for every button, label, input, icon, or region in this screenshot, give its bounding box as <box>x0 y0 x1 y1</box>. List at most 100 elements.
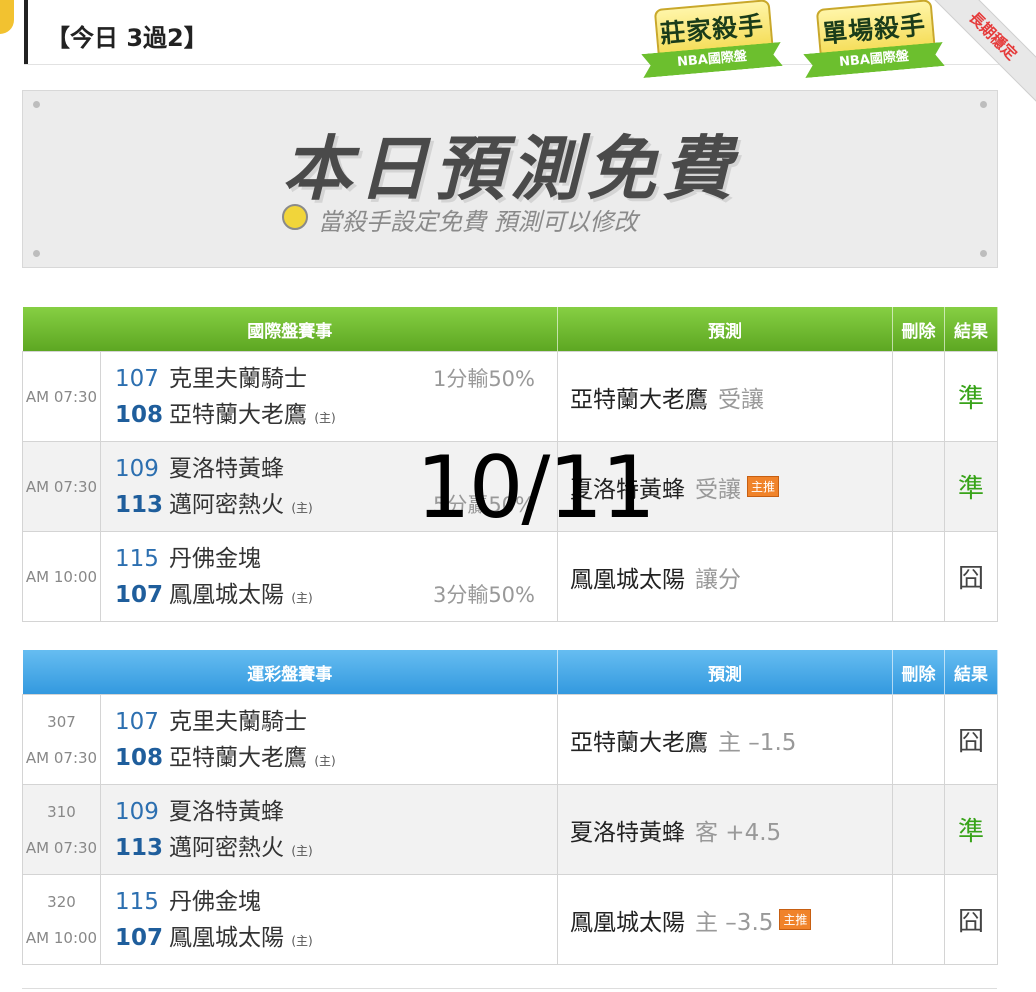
home-marker: (主) <box>314 410 336 425</box>
prediction-team: 夏洛特黃蜂 <box>570 819 685 846</box>
match-time: AM 10:00 <box>25 567 98 586</box>
team-name: 鳳凰城太陽 <box>169 581 284 608</box>
header-delete: 刪除 <box>892 307 945 352</box>
divider <box>22 988 997 989</box>
header-prediction: 預測 <box>557 650 893 695</box>
screw-icon <box>980 250 987 257</box>
match-teams-cell: 107 克里夫蘭騎士 1分輸50% 108 亞特蘭大老鷹 (主) <box>100 351 558 442</box>
match-teams-cell: 107 克里夫蘭騎士 108 亞特蘭大老鷹 (主) <box>100 694 558 785</box>
table-row: AM 10:00 115 丹佛金塊 107 鳳凰城太陽 (主) 3分輸50% 鳳凰城太陽讓… <box>22 531 998 622</box>
prediction-team: 鳳凰城太陽 <box>570 909 685 936</box>
team-number: 108 <box>115 401 164 428</box>
header-result: 結果 <box>944 307 998 352</box>
prediction-detail: 主 –1.5 <box>718 729 797 756</box>
badge-banker-killer[interactable]: 莊家殺手 NBA國際盤 <box>642 0 782 80</box>
team-line: 115 丹佛金塊 <box>101 541 557 577</box>
date-overlay: 10/11 <box>416 438 656 538</box>
result-cell: 囧 <box>944 531 998 622</box>
lightbulb-icon <box>282 204 308 230</box>
main-pick-tag: 主推 <box>747 475 780 497</box>
team-name: 亞特蘭大老鷹 <box>169 744 307 771</box>
match-time-cell: AM 07:30 <box>22 441 101 532</box>
match-teams-cell: 109 夏洛特黃蜂 113 邁阿密熱火 (主) <box>100 784 558 875</box>
team-number: 107 <box>115 924 164 951</box>
sports-lottery-table: 運彩盤賽事 預測 刪除 結果 307 AM 07:30 107 克里夫蘭騎士 108 亞… <box>22 650 998 965</box>
yellow-corner-tab <box>0 0 14 34</box>
delete-cell[interactable] <box>892 531 945 622</box>
screw-icon <box>33 250 40 257</box>
team-name: 邁阿密熱火 <box>169 491 284 518</box>
prediction-detail: 客 +4.5 <box>695 819 782 846</box>
table-header-row: 運彩盤賽事 預測 刪除 結果 <box>22 650 998 695</box>
prediction-cell: 鳳凰城太陽 讓分 <box>557 531 893 622</box>
team-name: 克里夫蘭騎士 <box>169 708 307 735</box>
match-time: AM 07:30 <box>25 838 98 857</box>
prediction-detail: 受讓 <box>695 476 741 503</box>
team-line: 107 鳳凰城太陽 (主) <box>101 920 557 956</box>
match-time: AM 07:30 <box>25 477 98 496</box>
delete-cell[interactable] <box>892 441 945 532</box>
banner-subtitle: 當殺手設定免費 預測可以修改 <box>318 208 638 236</box>
team-number: 107 <box>115 581 164 608</box>
prediction-cell: 亞特蘭大老鷹主 –1.5 <box>557 694 893 785</box>
match-teams-cell: 115 丹佛金塊 107 鳳凰城太陽 (主) 3分輸50% <box>100 531 558 622</box>
prediction-team: 亞特蘭大老鷹 <box>570 729 708 756</box>
team-line: 107 克里夫蘭騎士 <box>101 704 557 740</box>
team-line: 115 丹佛金塊 <box>101 884 557 920</box>
home-marker: (主) <box>291 500 313 515</box>
table-row: 320 AM 10:00 115 丹佛金塊 107 鳳凰城太陽 (主) 鳳凰城太陽主 –3… <box>22 874 998 965</box>
delete-cell[interactable] <box>892 784 945 875</box>
match-code: 320 <box>47 892 76 911</box>
table-header-row: 國際盤賽事 預測 刪除 結果 <box>22 307 998 352</box>
match-time-cell: AM 07:30 <box>22 351 101 442</box>
team-line: 108 亞特蘭大老鷹 (主) <box>101 397 557 433</box>
screw-icon <box>33 101 40 108</box>
match-time: AM 07:30 <box>25 387 98 406</box>
page-title: 【今日 3過2】 <box>46 24 208 52</box>
header-matches: 運彩盤賽事 <box>22 650 558 695</box>
home-marker: (主) <box>291 843 313 858</box>
header-prediction: 預測 <box>557 307 893 352</box>
home-marker: (主) <box>314 753 336 768</box>
handicap-result: 3分輸50% <box>432 582 535 607</box>
team-number: 107 <box>115 708 159 735</box>
match-time-cell: 310 AM 07:30 <box>22 784 101 875</box>
team-number: 109 <box>115 798 159 825</box>
delete-cell[interactable] <box>892 351 945 442</box>
prediction-detail: 讓分 <box>695 566 741 593</box>
team-number: 115 <box>115 888 159 915</box>
team-name: 丹佛金塊 <box>169 545 261 572</box>
match-time: AM 07:30 <box>25 748 98 767</box>
result-cell: 準 <box>944 351 998 442</box>
match-teams-cell: 115 丹佛金塊 107 鳳凰城太陽 (主) <box>100 874 558 965</box>
header-matches: 國際盤賽事 <box>22 307 558 352</box>
team-name: 夏洛特黃蜂 <box>169 455 284 482</box>
delete-cell[interactable] <box>892 874 945 965</box>
table-row: 310 AM 07:30 109 夏洛特黃蜂 113 邁阿密熱火 (主) 夏洛特黃蜂客 +… <box>22 784 998 875</box>
team-name: 丹佛金塊 <box>169 888 261 915</box>
team-name: 亞特蘭大老鷹 <box>169 401 307 428</box>
match-time-cell: 307 AM 07:30 <box>22 694 101 785</box>
table-row: 307 AM 07:30 107 克里夫蘭騎士 108 亞特蘭大老鷹 (主) 亞特蘭大老鷹… <box>22 694 998 785</box>
team-number: 107 <box>115 365 159 392</box>
prediction-cell: 亞特蘭大老鷹 受讓 <box>557 351 893 442</box>
prediction-detail: 受讓 <box>718 386 764 413</box>
handicap-result: 1分輸50% <box>432 366 535 391</box>
team-line: 108 亞特蘭大老鷹 (主) <box>101 740 557 776</box>
prediction-cell: 夏洛特黃蜂客 +4.5 <box>557 784 893 875</box>
prediction-cell: 鳳凰城太陽主 –3.5 主推 <box>557 874 893 965</box>
delete-cell[interactable] <box>892 694 945 785</box>
header-accent <box>24 0 28 64</box>
prediction-detail: 主 –3.5 <box>695 909 774 936</box>
banner-title: 本日預測免費 <box>282 128 738 210</box>
team-name: 鳳凰城太陽 <box>169 924 284 951</box>
badge-single-killer[interactable]: 單場殺手 NBA國際盤 <box>804 0 944 80</box>
result-cell: 準 <box>944 784 998 875</box>
team-number: 113 <box>115 834 164 861</box>
result-cell: 囧 <box>944 874 998 965</box>
prediction-team: 亞特蘭大老鷹 <box>570 386 708 413</box>
team-line: 107 克里夫蘭騎士 1分輸50% <box>101 361 557 397</box>
team-number: 109 <box>115 455 159 482</box>
team-name: 克里夫蘭騎士 <box>169 365 307 392</box>
header-delete: 刪除 <box>892 650 945 695</box>
